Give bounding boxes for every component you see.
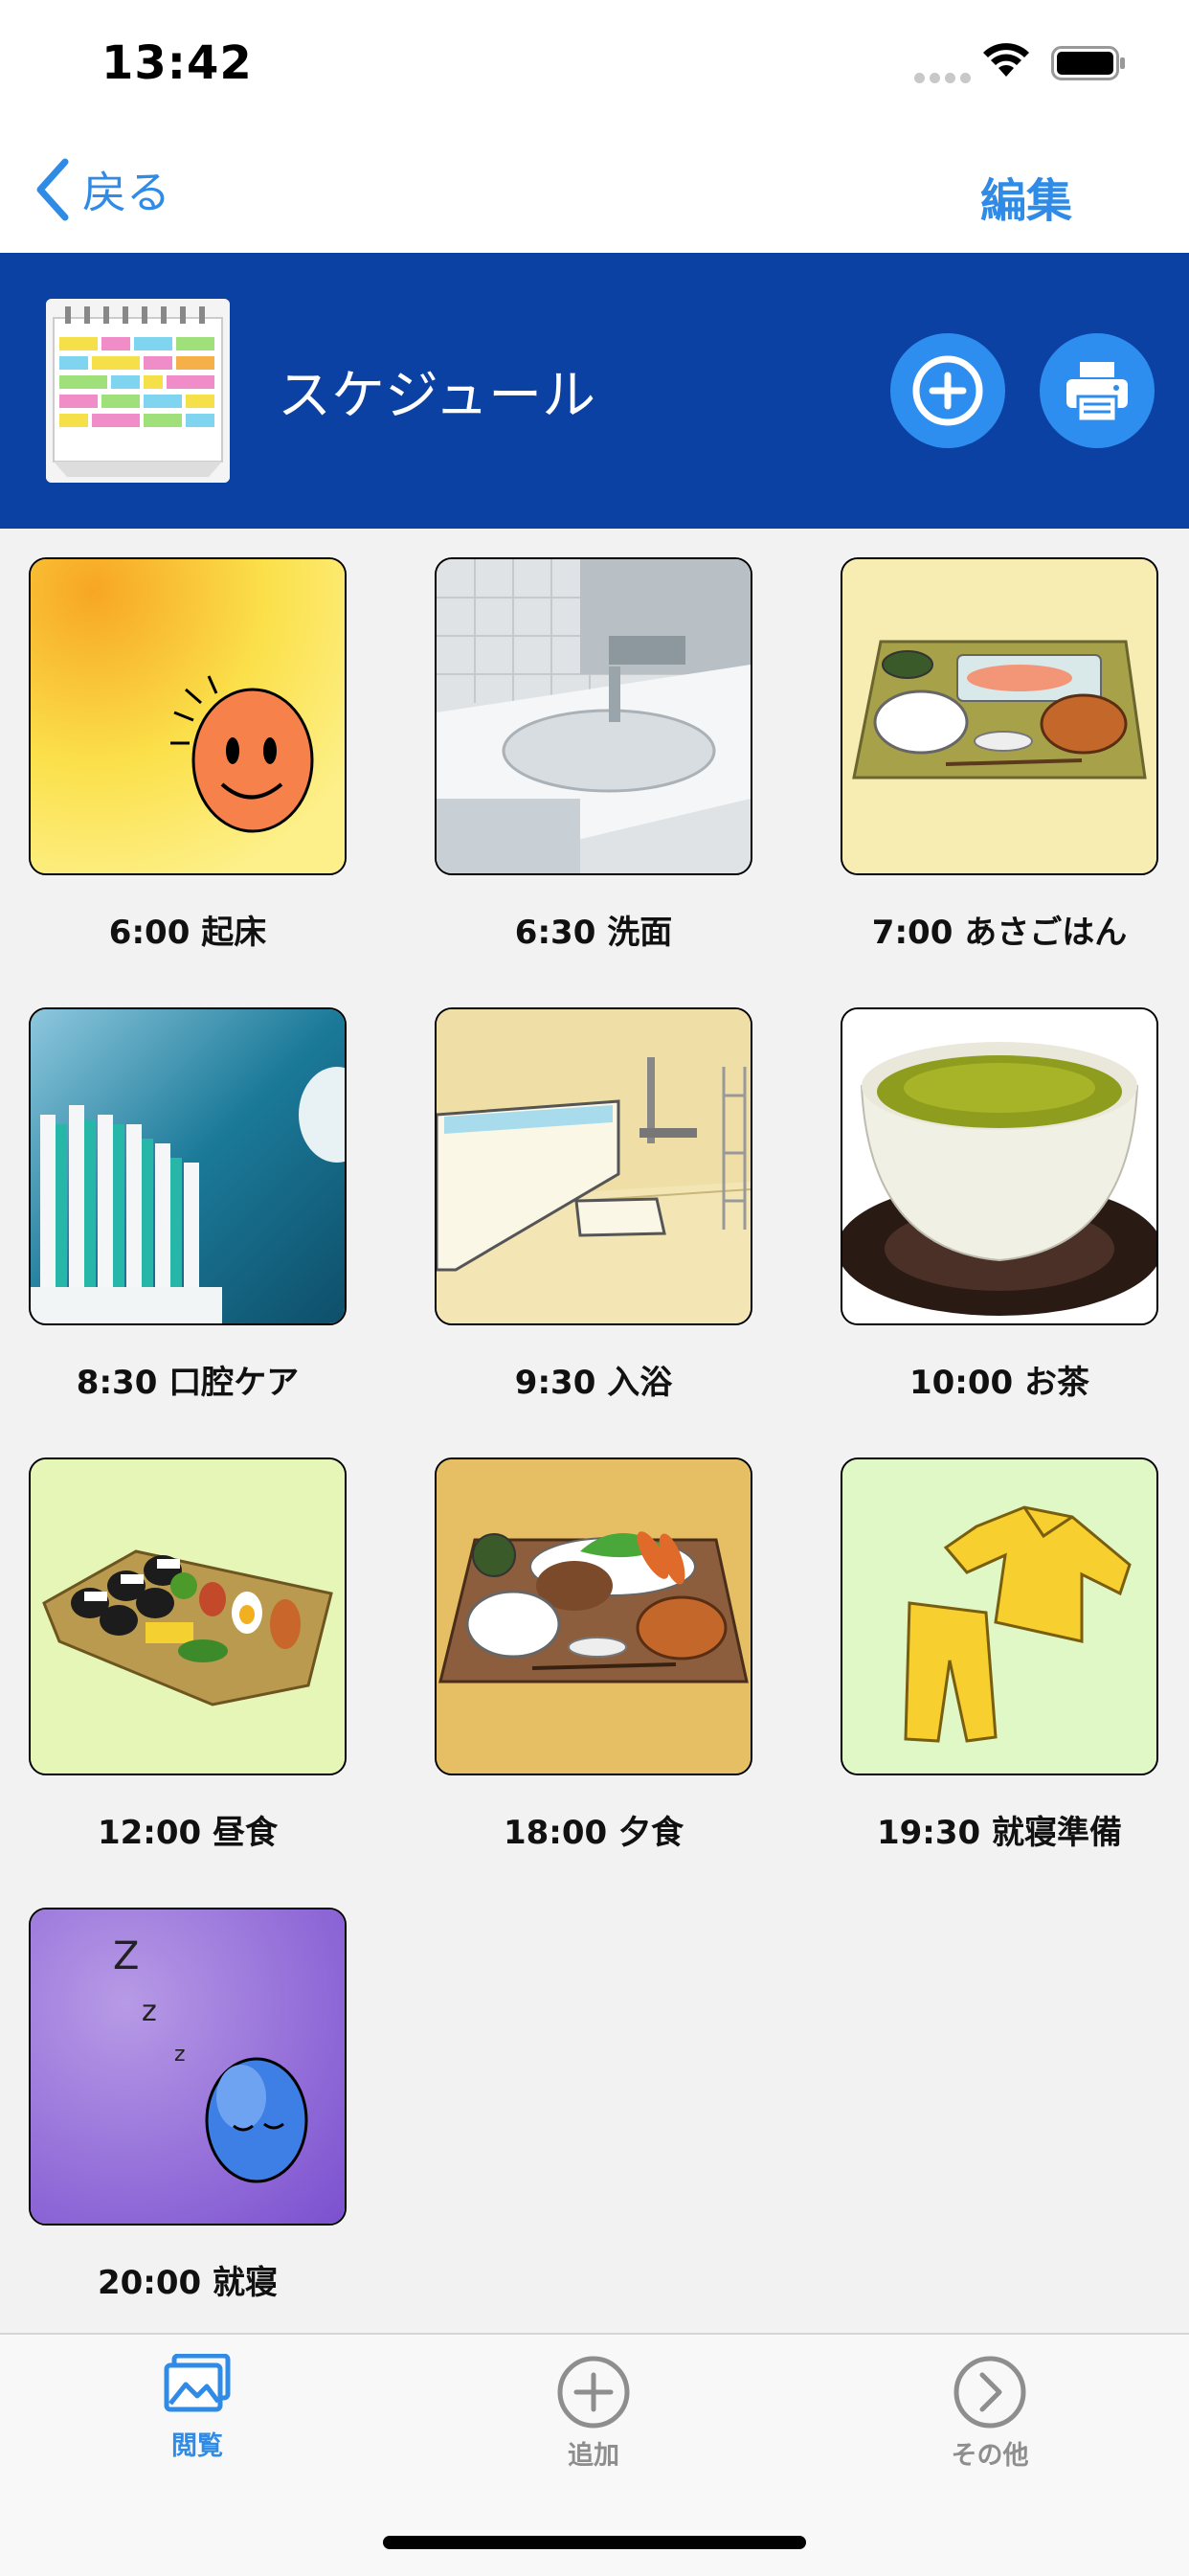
- schedule-card[interactable]: 8:30 口腔ケア: [29, 1007, 347, 1403]
- back-button[interactable]: 戻る: [34, 155, 170, 224]
- svg-text:Z: Z: [113, 1934, 139, 1978]
- pajamas-image: [841, 1457, 1158, 1775]
- sleeping-moon-image: Z z z: [29, 1908, 347, 2226]
- svg-text:z: z: [142, 1995, 157, 2028]
- chevron-circle-icon: [953, 2356, 1026, 2429]
- schedule-label: 18:00 夕食: [503, 1814, 684, 1852]
- photo-icon: [164, 2353, 231, 2412]
- chevron-left-icon: [36, 158, 69, 221]
- tab-other-label: その他: [951, 2441, 1029, 2471]
- schedule-label: 20:00 就寝: [97, 2264, 279, 2302]
- schedule-card[interactable]: 7:00 あさごはん: [841, 557, 1158, 953]
- back-label: 戻る: [82, 167, 170, 218]
- schedule-card[interactable]: 10:00 お茶: [841, 1007, 1158, 1403]
- schedule-label: 9:30 入浴: [514, 1364, 673, 1402]
- schedule-card[interactable]: 6:30 洗面: [435, 557, 752, 953]
- wash-basin-image: [435, 557, 752, 875]
- add-button[interactable]: [890, 333, 1005, 448]
- wifi-icon: [983, 43, 1029, 77]
- page-title: スケジュール: [278, 365, 596, 427]
- schedule-card[interactable]: 9:30 入浴: [435, 1007, 752, 1403]
- schedule-card[interactable]: Z z z 20:00 就寝: [29, 1908, 347, 2303]
- schedule-card[interactable]: 12:00 昼食: [29, 1457, 347, 1853]
- schedule-label: 6:00 起床: [108, 914, 267, 952]
- status-bar: 13:42: [0, 0, 1189, 126]
- schedule-label: 19:30 就寝準備: [876, 1814, 1123, 1852]
- schedule-card[interactable]: 18:00 夕食: [435, 1457, 752, 1853]
- tab-add-label: 追加: [568, 2441, 619, 2471]
- home-indicator: [383, 2536, 806, 2549]
- sun-face-image: [29, 557, 347, 875]
- plus-circle-icon: [557, 2356, 630, 2429]
- status-time: 13:42: [101, 36, 253, 90]
- schedule-label: 7:00 あさごはん: [871, 914, 1128, 952]
- schedule-header: スケジュール: [0, 253, 1189, 529]
- navigation-bar: 戻る 編集: [0, 126, 1189, 253]
- battery-icon: [1051, 46, 1125, 80]
- cellular-signal-icon: [914, 69, 976, 87]
- schedule-label: 6:30 洗面: [514, 914, 673, 952]
- bathtub-image: [435, 1007, 752, 1325]
- tab-other[interactable]: その他: [894, 2354, 1086, 2472]
- tab-add[interactable]: 追加: [498, 2354, 689, 2472]
- breakfast-tray-image: [841, 557, 1158, 875]
- print-button[interactable]: [1040, 333, 1155, 448]
- schedule-label: 10:00 お茶: [909, 1364, 1090, 1402]
- edit-button[interactable]: 編集: [980, 163, 1072, 230]
- tab-browse-label: 閲覧: [171, 2431, 223, 2461]
- schedule-card[interactable]: 6:00 起床: [29, 557, 347, 953]
- calendar-thumbnail: [46, 299, 230, 483]
- dinner-tray-image: [435, 1457, 752, 1775]
- schedule-label: 12:00 昼食: [97, 1814, 279, 1852]
- printer-icon: [1066, 362, 1128, 423]
- tab-browse[interactable]: 閲覧: [101, 2353, 293, 2462]
- svg-text:z: z: [174, 2043, 186, 2067]
- plus-circle-icon: [912, 355, 983, 426]
- schedule-label: 8:30 口腔ケア: [76, 1364, 300, 1402]
- schedule-card[interactable]: 19:30 就寝準備: [841, 1457, 1158, 1853]
- toothbrush-image: [29, 1007, 347, 1325]
- bento-box-image: [29, 1457, 347, 1775]
- green-tea-image: [841, 1007, 1158, 1325]
